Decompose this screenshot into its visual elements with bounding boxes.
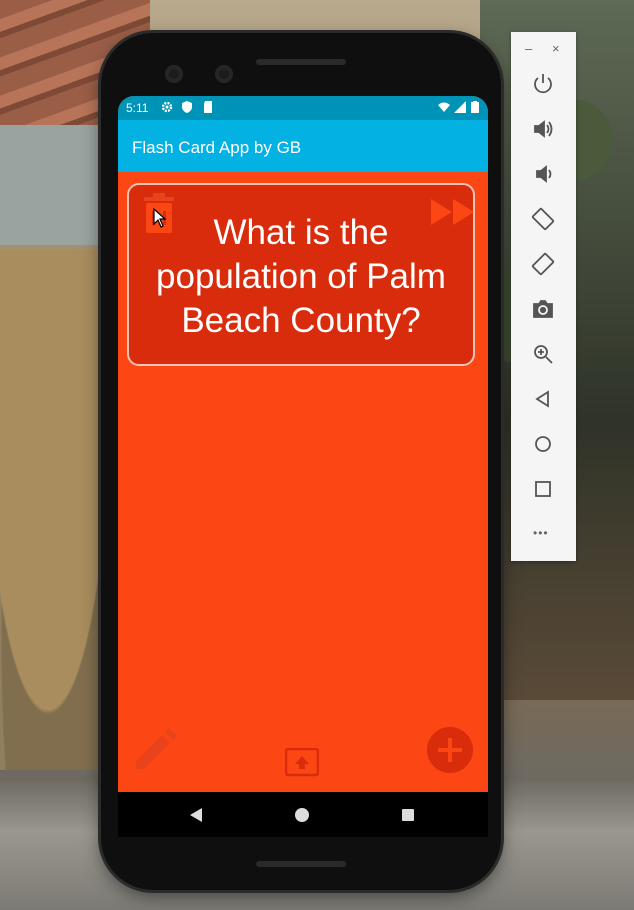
camera-icon	[533, 300, 553, 318]
home-circle-icon	[535, 436, 551, 452]
pencil-icon[interactable]	[132, 727, 178, 773]
rotate-left-button[interactable]	[531, 207, 555, 231]
mouse-cursor-icon	[153, 208, 167, 228]
card-question: What is the population of Palm Beach Cou…	[156, 213, 446, 340]
app-bar: Flash Card App by GB	[118, 120, 488, 172]
power-icon	[534, 74, 552, 94]
navigation-bar	[118, 792, 488, 837]
screenshot-button[interactable]	[531, 297, 555, 321]
back-button[interactable]	[531, 387, 555, 411]
front-camera-icon	[165, 65, 183, 83]
recent-apps-icon[interactable]	[398, 805, 418, 825]
front-sensor-icon	[215, 65, 233, 83]
home-button[interactable]	[531, 432, 555, 456]
shield-icon	[182, 101, 192, 113]
top-speaker	[256, 59, 346, 65]
overview-square-icon	[535, 481, 551, 497]
phone-screen: 5:11 Flash Card App by GB What is the po…	[118, 96, 488, 792]
upload-icon[interactable]	[285, 748, 319, 778]
emulator-toolbar: – × •••	[511, 32, 576, 561]
flash-card[interactable]: What is the population of Palm Beach Cou…	[127, 183, 475, 366]
settings-icon	[161, 101, 173, 113]
volume-up-icon	[534, 120, 553, 138]
rotate-left-icon	[531, 207, 555, 231]
bottom-speaker	[256, 861, 346, 867]
power-button[interactable]	[531, 72, 555, 96]
phone-frame: 5:11 Flash Card App by GB What is the po…	[101, 33, 501, 890]
volume-up-button[interactable]	[531, 117, 555, 141]
sd-card-icon	[204, 101, 212, 113]
main-content: What is the population of Palm Beach Cou…	[118, 172, 488, 792]
overview-button[interactable]	[531, 477, 555, 501]
background-plaster	[0, 125, 110, 245]
plus-icon	[438, 738, 462, 762]
back-triangle-icon	[535, 390, 549, 408]
rotate-right-icon	[531, 252, 555, 276]
status-time: 5:11	[126, 101, 149, 115]
add-card-button[interactable]	[427, 727, 473, 773]
signal-icon	[454, 101, 466, 113]
volume-down-button[interactable]	[531, 162, 555, 186]
home-icon[interactable]	[292, 805, 312, 825]
volume-down-icon	[536, 165, 552, 183]
battery-icon	[471, 101, 479, 113]
close-button[interactable]: ×	[552, 41, 560, 56]
app-title: Flash Card App by GB	[132, 138, 302, 157]
wifi-icon	[438, 102, 450, 112]
status-bar: 5:11	[118, 96, 488, 120]
more-options-button[interactable]: •••	[533, 526, 549, 540]
minimize-button[interactable]: –	[525, 41, 532, 56]
rotate-right-button[interactable]	[531, 252, 555, 276]
zoom-button[interactable]	[531, 342, 555, 366]
back-icon[interactable]	[186, 805, 206, 825]
zoom-in-icon	[534, 345, 553, 364]
